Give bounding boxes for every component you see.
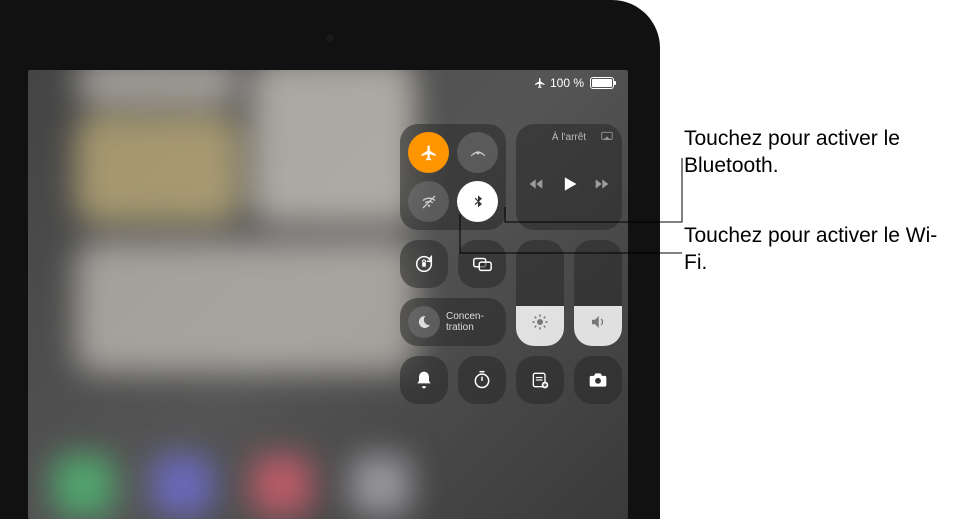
brightness-icon xyxy=(531,313,549,336)
volume-icon xyxy=(589,313,607,336)
camera-icon xyxy=(588,370,608,390)
brightness-slider[interactable] xyxy=(516,240,564,346)
control-center: À l'arrêt xyxy=(400,124,614,404)
airplay-icon[interactable] xyxy=(600,130,614,149)
volume-slider[interactable] xyxy=(574,240,622,346)
next-track-icon[interactable] xyxy=(593,176,609,192)
timer-icon xyxy=(472,370,492,390)
airdrop-toggle[interactable] xyxy=(457,132,498,173)
notes-button[interactable] xyxy=(516,356,564,404)
focus-toggle[interactable]: Concen- tration xyxy=(400,298,506,346)
camera-button[interactable] xyxy=(574,356,622,404)
play-icon[interactable] xyxy=(559,174,579,194)
timer-button[interactable] xyxy=(458,356,506,404)
battery-percent-label: 100 % xyxy=(550,76,584,90)
wifi-off-icon xyxy=(420,193,438,211)
dnd-icon xyxy=(408,306,440,338)
front-camera xyxy=(324,32,336,44)
airplane-mode-toggle[interactable] xyxy=(408,132,449,173)
callout-wifi: Touchez pour activer le Wi-Fi. xyxy=(684,222,960,277)
rotation-lock-toggle[interactable] xyxy=(400,240,448,288)
airplane-status-icon xyxy=(534,77,546,89)
airplane-icon xyxy=(420,144,438,162)
media-transport-controls xyxy=(524,143,614,224)
wifi-toggle[interactable] xyxy=(408,181,449,222)
silent-mode-button[interactable] xyxy=(400,356,448,404)
bell-icon xyxy=(414,370,434,390)
callout-bluetooth: Touchez pour activer le Bluetooth. xyxy=(684,125,960,180)
media-controls-tile[interactable]: À l'arrêt xyxy=(516,124,622,230)
connectivity-group xyxy=(400,124,506,230)
callouts: Touchez pour activer le Bluetooth. Touch… xyxy=(660,0,960,519)
previous-track-icon[interactable] xyxy=(529,176,545,192)
battery-icon xyxy=(590,77,614,89)
rotation-lock-icon xyxy=(413,253,435,275)
screen: 100 % xyxy=(28,70,628,519)
bluetooth-toggle[interactable] xyxy=(457,181,498,222)
screen-mirroring-toggle[interactable] xyxy=(458,240,506,288)
device-bezel: 100 % xyxy=(0,0,660,519)
screen-mirroring-icon xyxy=(471,253,493,275)
focus-label: Concen- tration xyxy=(446,311,484,333)
notes-add-icon xyxy=(530,370,550,390)
airdrop-icon xyxy=(469,144,487,162)
status-bar: 100 % xyxy=(534,76,614,90)
bluetooth-icon xyxy=(470,194,486,210)
